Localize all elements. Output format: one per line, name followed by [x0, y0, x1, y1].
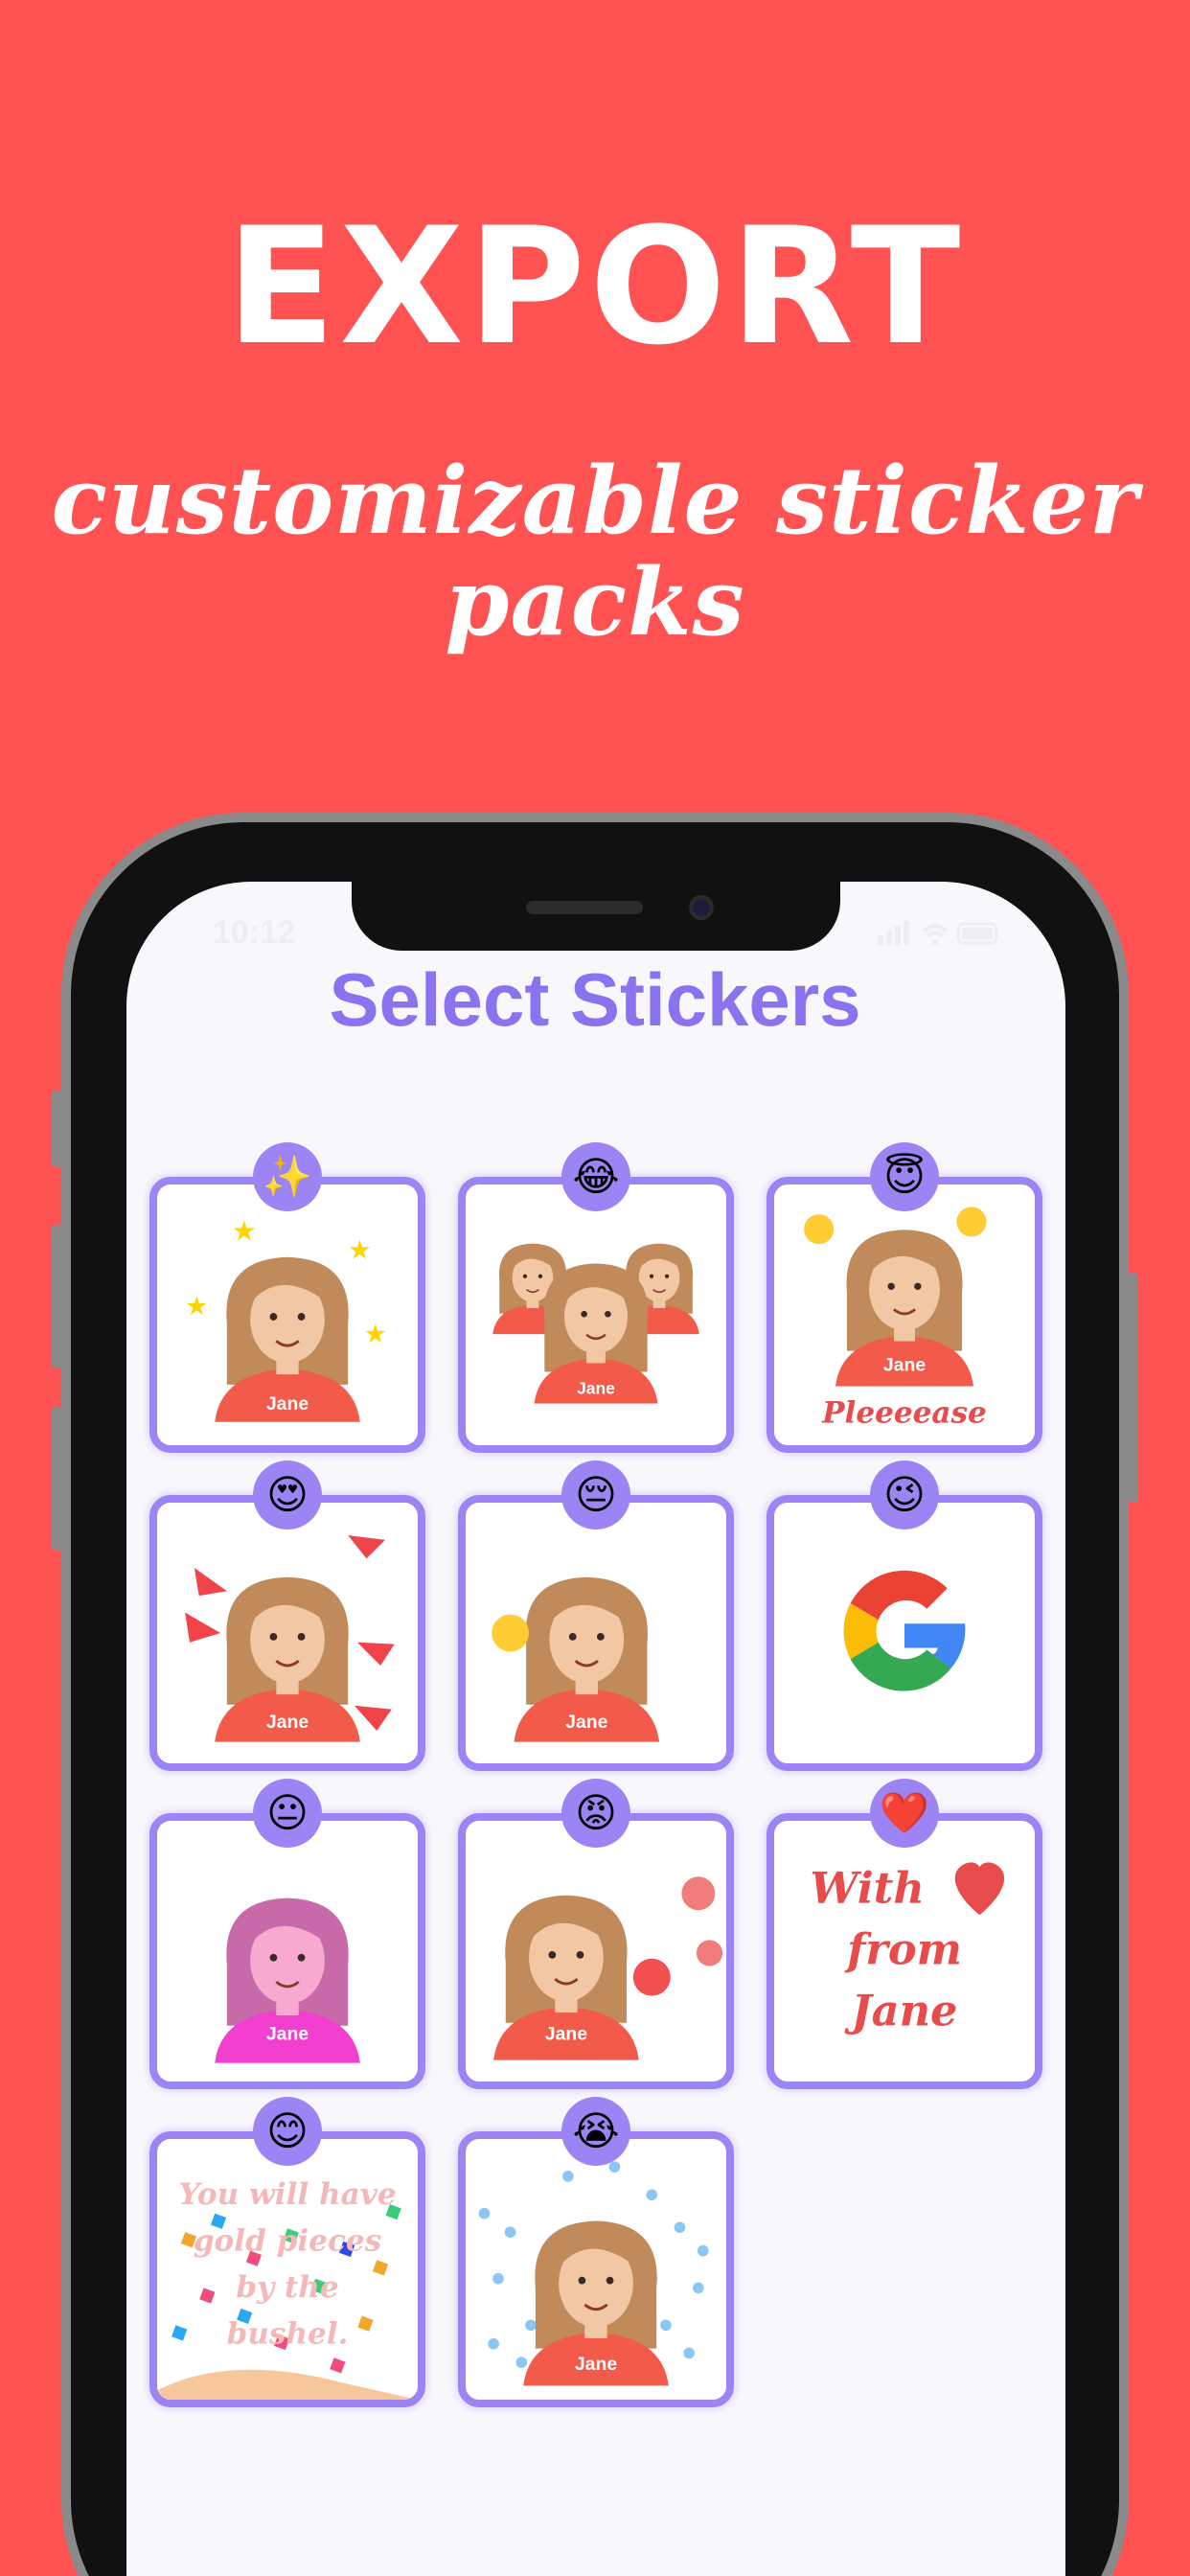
sticker-name-label: Jane [575, 2354, 617, 2375]
sticker-caption-line: You will have [178, 2177, 396, 2212]
tear-drop [608, 2161, 621, 2173]
sticker-card[interactable]: Jane Pleeeease [767, 1177, 1042, 1453]
tear-drop [697, 2244, 709, 2257]
tear-drop [515, 2357, 528, 2368]
sticker-art: Jane [492, 1576, 660, 1742]
sticker-name-label: Jane [883, 1354, 926, 1375]
heart-eyes-icon: 😍 [253, 1460, 322, 1530]
tear-drop [562, 2171, 574, 2182]
sticker-name-label: Jane [266, 1393, 309, 1414]
sticker-caption-line: gold pieces [194, 2224, 381, 2259]
sticker-name-label: Jane [545, 2023, 587, 2044]
tear-drop [660, 2319, 672, 2332]
heart-shape [954, 1862, 1005, 1916]
sticker-card[interactable]: Jane [149, 1495, 425, 1771]
red-heart-icon: ❤️ [870, 1779, 939, 1848]
sticker-art: Jane [493, 1876, 723, 2060]
sticker-caption-line: bushel. [227, 2317, 349, 2352]
sparkle-star: ★ [364, 1320, 387, 1349]
tears-of-joy-icon: 😂 [561, 1142, 630, 1211]
sticker-card[interactable]: With from Jane [767, 1813, 1042, 2089]
halo-smile-icon: 😇 [870, 1142, 939, 1211]
phone-power-button [1129, 1273, 1138, 1503]
sticker-card[interactable]: You will have gold pieces by the bushel. [149, 2131, 425, 2407]
wink-icon: 😉 [870, 1460, 939, 1530]
sticker-art: Jane Pleeeease [804, 1207, 987, 1431]
tear-drop [504, 2226, 516, 2238]
tear-drop [646, 2189, 658, 2201]
phone-volume-down [52, 1407, 61, 1551]
sticker-art: You will have gold pieces by the bushel. [157, 2177, 418, 2400]
sticker-caption-line: Jane [844, 1986, 958, 2036]
tear-drop [488, 2337, 499, 2350]
headline-subtitle: customizable sticker packs [51, 447, 1139, 656]
sticker-caption-line: by the [236, 2270, 338, 2305]
confetti-piece [199, 2288, 216, 2304]
confetti-piece [372, 2260, 389, 2276]
sticker-art: Jane [185, 1535, 395, 1742]
sticker-art: Jane [215, 1898, 360, 2063]
tear-drop [492, 2272, 504, 2285]
sticker-card[interactable]: Jane [458, 1495, 734, 1771]
tear-drop [478, 2207, 491, 2220]
confetti-piece [357, 2315, 374, 2332]
screen-title: Select Stickers [329, 957, 861, 1042]
sticker-art [843, 1570, 966, 1691]
headline-title: EXPORT [225, 193, 965, 380]
phone-silent-switch [52, 1091, 61, 1167]
sticker-card[interactable]: Jane [149, 1813, 425, 2089]
sticker-art: Jane [478, 2161, 709, 2386]
sticker-caption-line: With [810, 1862, 924, 1913]
phone-volume-up [52, 1225, 61, 1368]
front-camera [689, 895, 714, 920]
speaker-grille [526, 901, 643, 914]
sticker-art: Jane [492, 1243, 699, 1404]
tear-drop [693, 2282, 704, 2294]
neutral-face-icon: 😐 [253, 1779, 322, 1848]
smiling-face-icon: 😊 [253, 2097, 322, 2166]
sticker-art: With from Jane [810, 1862, 1005, 2036]
google-logo [843, 1570, 966, 1691]
notch [352, 882, 840, 951]
angry-face-icon: 😡 [561, 1779, 630, 1848]
sticker-caption: Pleeeease [821, 1396, 987, 1431]
sparkle-star: ★ [232, 1214, 257, 1247]
sticker-caption-line: from [844, 1924, 962, 1975]
sparkle-star: ★ [348, 1236, 371, 1266]
sticker-card[interactable]: Jane [458, 2131, 734, 2407]
sticker-name-label: Jane [565, 1712, 607, 1733]
sticker-name-label: Jane [266, 1712, 309, 1733]
crying-face-icon: 😭 [561, 2097, 630, 2166]
tear-drop [683, 2347, 695, 2359]
sticker-card[interactable]: Jane [458, 1177, 734, 1453]
sticker-name-label: Jane [577, 1379, 615, 1398]
tear-drop [525, 2319, 537, 2332]
sticker-name-label: Jane [266, 2023, 309, 2044]
tear-drop [674, 2221, 686, 2234]
sparkle-star: ★ [185, 1292, 208, 1322]
sticker-art: Jane ★ ★ ★ ★ [185, 1214, 387, 1422]
sticker-card[interactable] [767, 1495, 1042, 1771]
status-icons [878, 918, 1002, 954]
sticker-card[interactable]: Jane [458, 1813, 734, 2089]
sparkles-icon: ✨ [253, 1142, 322, 1211]
confetti-piece [172, 2325, 188, 2341]
sticker-card[interactable]: Jane ★ ★ ★ ★ [149, 1177, 425, 1453]
confetti-piece [330, 2358, 346, 2374]
status-time: 10:12 [213, 914, 296, 951]
pensive-icon: 😔 [561, 1460, 630, 1530]
